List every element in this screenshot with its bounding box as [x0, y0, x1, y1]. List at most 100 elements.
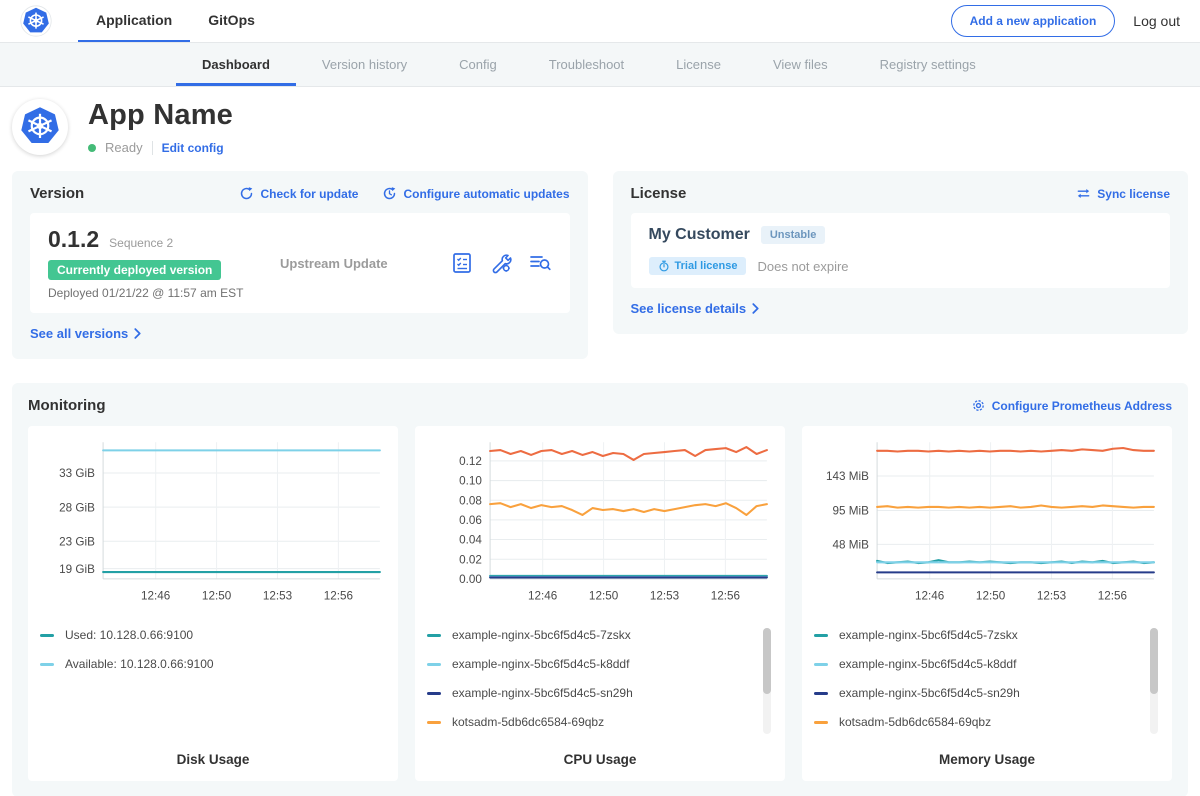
legend-item: example-nginx-5bc6f5d4c5-7zskx	[427, 628, 755, 642]
disk-usage-plot: 33 GiB28 GiB23 GiB19 GiB12:4612:5012:531…	[40, 436, 386, 612]
svg-text:12:56: 12:56	[324, 588, 354, 602]
disk-usage-legend: Used: 10.128.0.66:9100 Available: 10.128.…	[40, 628, 386, 744]
release-notes-icon[interactable]	[450, 251, 474, 275]
legend-label: example-nginx-5bc6f5d4c5-sn29h	[452, 686, 633, 700]
tab-dashboard[interactable]: Dashboard	[176, 43, 296, 86]
charts-row: 33 GiB28 GiB23 GiB19 GiB12:4612:5012:531…	[28, 426, 1172, 781]
legend-item: example-nginx-5bc6f5d4c5-sn29h	[814, 686, 1142, 700]
memory-usage-plot: 143 MiB95 MiB48 MiB12:4612:5012:5312:56	[814, 436, 1160, 612]
legend-swatch	[814, 663, 828, 666]
customer-name: My Customer	[649, 226, 750, 244]
svg-text:28 GiB: 28 GiB	[59, 500, 95, 514]
tab-registry-settings[interactable]: Registry settings	[854, 43, 1002, 86]
disk-usage-title: Disk Usage	[40, 744, 386, 767]
disk-usage-chart-card: 33 GiB28 GiB23 GiB19 GiB12:4612:5012:531…	[28, 426, 398, 781]
legend-scrollbar[interactable]	[763, 628, 771, 734]
legend-swatch	[427, 663, 441, 666]
legend-scrollbar-thumb[interactable]	[763, 628, 771, 694]
tab-version-history[interactable]: Version history	[296, 43, 433, 86]
chevron-right-icon	[132, 328, 143, 339]
see-all-versions-link[interactable]: See all versions	[30, 326, 143, 341]
svg-text:19 GiB: 19 GiB	[59, 562, 95, 576]
top-tabs: Application GitOps	[78, 0, 273, 42]
legend-label: example-nginx-5bc6f5d4c5-7zskx	[452, 628, 631, 642]
svg-text:12:46: 12:46	[528, 588, 558, 602]
cpu-usage-title: CPU Usage	[427, 744, 773, 767]
legend-item: Used: 10.128.0.66:9100	[40, 628, 368, 642]
svg-text:0.00: 0.00	[459, 572, 482, 586]
top-tab-application[interactable]: Application	[78, 0, 190, 42]
tab-view-files[interactable]: View files	[747, 43, 854, 86]
legend-label: Available: 10.128.0.66:9100	[65, 657, 214, 671]
svg-text:33 GiB: 33 GiB	[59, 466, 95, 480]
currently-deployed-badge: Currently deployed version	[48, 260, 221, 280]
legend-label: Used: 10.128.0.66:9100	[65, 628, 193, 642]
svg-text:23 GiB: 23 GiB	[59, 534, 95, 548]
current-version-row: 0.1.2 Sequence 2 Currently deployed vers…	[30, 213, 570, 313]
page-title: App Name	[88, 99, 233, 132]
monitoring-title: Monitoring	[28, 397, 105, 414]
configure-automatic-updates-link[interactable]: Configure automatic updates	[382, 186, 569, 201]
legend-swatch	[814, 721, 828, 724]
stopwatch-icon	[658, 260, 670, 272]
legend-swatch	[814, 634, 828, 637]
sync-arrows-icon	[1076, 186, 1091, 201]
sync-license-link[interactable]: Sync license	[1076, 186, 1170, 201]
legend-label: example-nginx-5bc6f5d4c5-7zskx	[839, 628, 1018, 642]
see-license-details-link[interactable]: See license details	[631, 301, 762, 316]
view-files-diff-icon[interactable]	[528, 251, 552, 275]
version-sequence: Sequence 2	[109, 236, 173, 250]
cpu-usage-legend: example-nginx-5bc6f5d4c5-7zskx example-ng…	[427, 628, 773, 744]
check-for-update-link[interactable]: Check for update	[239, 186, 358, 201]
top-tab-gitops[interactable]: GitOps	[190, 0, 273, 42]
legend-swatch	[427, 634, 441, 637]
legend-label: example-nginx-5bc6f5d4c5-k8ddf	[839, 657, 1016, 671]
svg-text:0.04: 0.04	[459, 533, 482, 547]
configure-prometheus-link[interactable]: Configure Prometheus Address	[971, 398, 1172, 413]
svg-text:12:50: 12:50	[202, 588, 232, 602]
svg-text:48 MiB: 48 MiB	[833, 537, 870, 551]
legend-scrollbar[interactable]	[1150, 628, 1158, 734]
legend-item: Available: 10.128.0.66:9100	[40, 657, 368, 671]
trial-license-badge: Trial license	[649, 257, 747, 275]
legend-label: kotsadm-5db6dc6584-69qbz	[452, 715, 604, 729]
app-kubernetes-icon	[12, 99, 68, 155]
tab-troubleshoot[interactable]: Troubleshoot	[523, 43, 650, 86]
expiry-text: Does not expire	[757, 259, 848, 274]
legend-swatch	[427, 692, 441, 695]
version-card: Version Check for update Configure au	[12, 171, 588, 359]
license-card-title: License	[631, 185, 687, 202]
legend-item: example-nginx-5bc6f5d4c5-k8ddf	[814, 657, 1142, 671]
svg-text:12:53: 12:53	[650, 588, 680, 602]
edit-config-link[interactable]: Edit config	[162, 141, 224, 155]
cpu-usage-plot: 0.120.100.080.060.040.020.0012:4612:5012…	[427, 436, 773, 612]
tab-license[interactable]: License	[650, 43, 747, 86]
chevron-right-icon	[750, 303, 761, 314]
svg-text:12:50: 12:50	[589, 588, 619, 602]
license-summary-row: My Customer Unstable Trial license Does …	[631, 213, 1171, 288]
legend-label: example-nginx-5bc6f5d4c5-sn29h	[839, 686, 1020, 700]
svg-text:0.06: 0.06	[459, 513, 482, 527]
svg-text:12:53: 12:53	[1037, 588, 1067, 602]
legend-scrollbar-thumb[interactable]	[1150, 628, 1158, 694]
svg-text:0.02: 0.02	[459, 552, 482, 566]
log-out-link[interactable]: Log out	[1133, 13, 1180, 29]
app-header: App Name Ready Edit config	[0, 87, 1200, 165]
gear-icon	[971, 398, 986, 413]
add-new-application-button[interactable]: Add a new application	[951, 5, 1116, 37]
top-nav: Application GitOps Add a new application…	[0, 0, 1200, 43]
svg-text:143 MiB: 143 MiB	[826, 469, 869, 483]
deployed-timestamp: Deployed 01/21/22 @ 11:57 am EST	[48, 286, 280, 300]
version-source-label: Upstream Update	[280, 256, 450, 271]
svg-text:12:46: 12:46	[141, 588, 171, 602]
legend-swatch	[40, 663, 54, 666]
cpu-usage-chart-card: 0.120.100.080.060.040.020.0012:4612:5012…	[415, 426, 785, 781]
legend-item: kotsadm-5db6dc6584-69qbz	[427, 715, 755, 729]
refresh-icon	[239, 186, 254, 201]
version-card-title: Version	[30, 185, 84, 202]
config-wrench-icon[interactable]	[489, 251, 513, 275]
tab-config[interactable]: Config	[433, 43, 523, 86]
svg-text:12:56: 12:56	[711, 588, 741, 602]
svg-text:0.10: 0.10	[459, 474, 482, 488]
legend-label: example-nginx-5bc6f5d4c5-k8ddf	[452, 657, 629, 671]
